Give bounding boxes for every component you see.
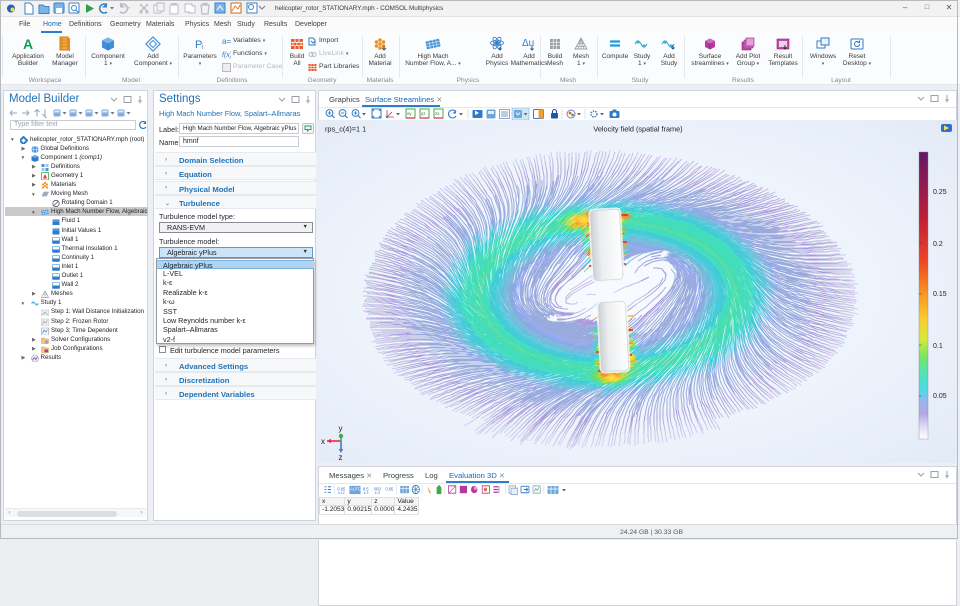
svg-text:0.25: 0.25 — [933, 189, 947, 196]
svg-text:i: i — [202, 44, 204, 51]
svg-text:0.05: 0.05 — [933, 393, 947, 400]
svg-text:y: y — [339, 424, 343, 433]
svg-text:AUTO: AUTO — [350, 486, 362, 491]
svg-text:0.15: 0.15 — [933, 291, 947, 298]
svg-text:xy: xy — [407, 111, 412, 116]
svg-text:0.85: 0.85 — [385, 486, 393, 491]
svg-text:f(x): f(x) — [222, 52, 231, 59]
svg-text:yz: yz — [421, 111, 426, 116]
svg-text:e-3: e-3 — [375, 491, 380, 495]
svg-text:a=: a= — [222, 37, 231, 46]
svg-text:0.1: 0.1 — [933, 343, 943, 350]
svg-text:rps_c(4)=1 1: rps_c(4)=1 1 — [325, 125, 366, 134]
svg-text:0.2: 0.2 — [933, 241, 943, 248]
svg-text:e-12: e-12 — [338, 491, 344, 495]
svg-text:x: x — [321, 437, 325, 446]
svg-text:A: A — [23, 36, 33, 52]
svg-text:z: z — [339, 453, 343, 462]
svg-text:zx: zx — [435, 111, 440, 116]
svg-text:Velocity field (spatial frame): Velocity field (spatial frame) — [593, 125, 682, 134]
svg-text:e-3: e-3 — [364, 491, 369, 495]
